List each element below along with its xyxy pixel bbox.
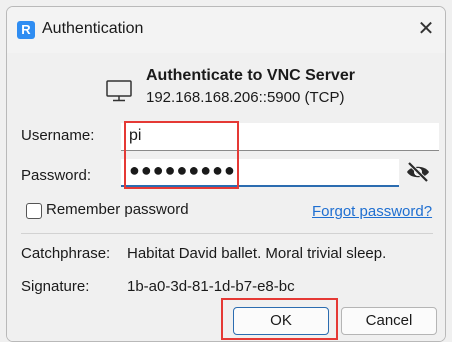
eye-off-icon[interactable] [405,161,431,183]
catchphrase-label: Catchphrase: [21,245,111,262]
dialog-content: Authenticate to VNC Server 192.168.168.2… [7,53,445,341]
username-label: Username: [21,127,95,144]
server-address: 192.168.168.206::5900 (TCP) [146,89,345,106]
close-icon[interactable]: ✕ [412,16,440,42]
authentication-dialog: R Authentication ✕ Authenticate to VNC S… [6,6,446,342]
remember-password-checkbox[interactable] [26,203,42,219]
dialog-heading: Authenticate to VNC Server [146,67,355,84]
realvnc-icon: R [17,21,35,39]
ok-button-highlight [221,298,338,340]
forgot-password-link[interactable]: Forgot password? [312,203,432,220]
remember-password-label[interactable]: Remember password [46,201,189,218]
title-bar: R Authentication ✕ [7,7,445,53]
monitor-icon [106,80,132,102]
window-title: Authentication [42,20,144,37]
divider [21,233,433,234]
signature-label: Signature: [21,278,90,295]
signature-value: 1b-a0-3d-81-1d-b7-e8-bc [127,278,295,295]
catchphrase-value: Habitat David ballet. Moral trivial slee… [127,245,387,262]
cancel-button[interactable]: Cancel [341,307,437,335]
password-label: Password: [21,167,92,184]
username-password-highlight [124,121,239,189]
